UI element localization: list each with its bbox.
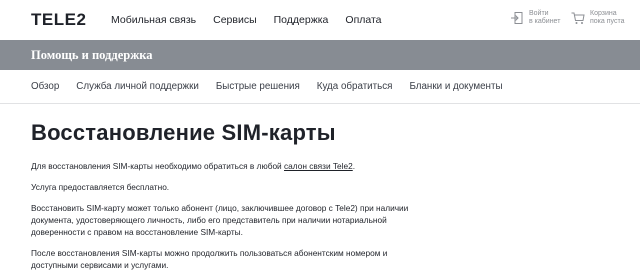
section-title: Помощь и поддержка xyxy=(31,48,153,62)
login-line2: в кабинет xyxy=(529,18,561,25)
cart-link[interactable]: Корзина пока пуста xyxy=(571,10,630,26)
subnav-overview[interactable]: Обзор xyxy=(31,81,59,92)
paragraph-1-end: . xyxy=(352,161,356,171)
paragraph-1: Для восстановления SIM-карты необходимо … xyxy=(31,160,411,172)
login-line1: Войти xyxy=(529,10,549,17)
nav-services[interactable]: Сервисы xyxy=(213,14,257,26)
nav-mobile[interactable]: Мобильная связь xyxy=(111,14,196,26)
paragraph-3: Восстановить SIM-карту может только абон… xyxy=(31,203,409,237)
cart-icon xyxy=(571,12,585,24)
cart-line2: пока пуста xyxy=(590,18,625,25)
paragraph-1-text: Для восстановления SIM-карты необходимо … xyxy=(31,161,285,171)
subnav-where-to-go[interactable]: Куда обратиться xyxy=(317,81,393,92)
page-title: Восстановление SIM-карты xyxy=(31,120,336,145)
section-band: Помощь и поддержка xyxy=(0,40,640,70)
subnav-personal-support[interactable]: Служба личной поддержки xyxy=(76,81,199,92)
login-icon xyxy=(511,12,523,24)
sub-nav: Обзор Служба личной поддержки Быстрые ре… xyxy=(0,70,640,104)
nav-payment[interactable]: Оплата xyxy=(345,14,381,26)
top-bar: TELE2 Мобильная связь Сервисы Поддержка … xyxy=(0,0,640,40)
subnav-forms-documents[interactable]: Бланки и документы xyxy=(409,81,502,92)
paragraph-4: После восстановления SIM-карты можно про… xyxy=(31,248,388,270)
cart-text: Корзина пока пуста xyxy=(590,10,630,26)
paragraph-2: Услуга предоставляется бесплатно. xyxy=(31,182,170,192)
subnav-quick-solutions[interactable]: Быстрые решения xyxy=(216,81,300,92)
nav-support[interactable]: Поддержка xyxy=(274,14,329,26)
salon-link[interactable]: салон связи Tele2 xyxy=(284,161,353,171)
cart-line1: Корзина xyxy=(590,10,617,17)
logo[interactable]: TELE2 xyxy=(31,10,86,30)
login-text: Войти в кабинет xyxy=(529,10,569,26)
main-nav: Мобильная связь Сервисы Поддержка Оплата xyxy=(111,14,399,26)
login-link[interactable]: Войти в кабинет xyxy=(510,10,569,26)
main-content: Восстановление SIM-карты Для восстановле… xyxy=(31,120,591,271)
